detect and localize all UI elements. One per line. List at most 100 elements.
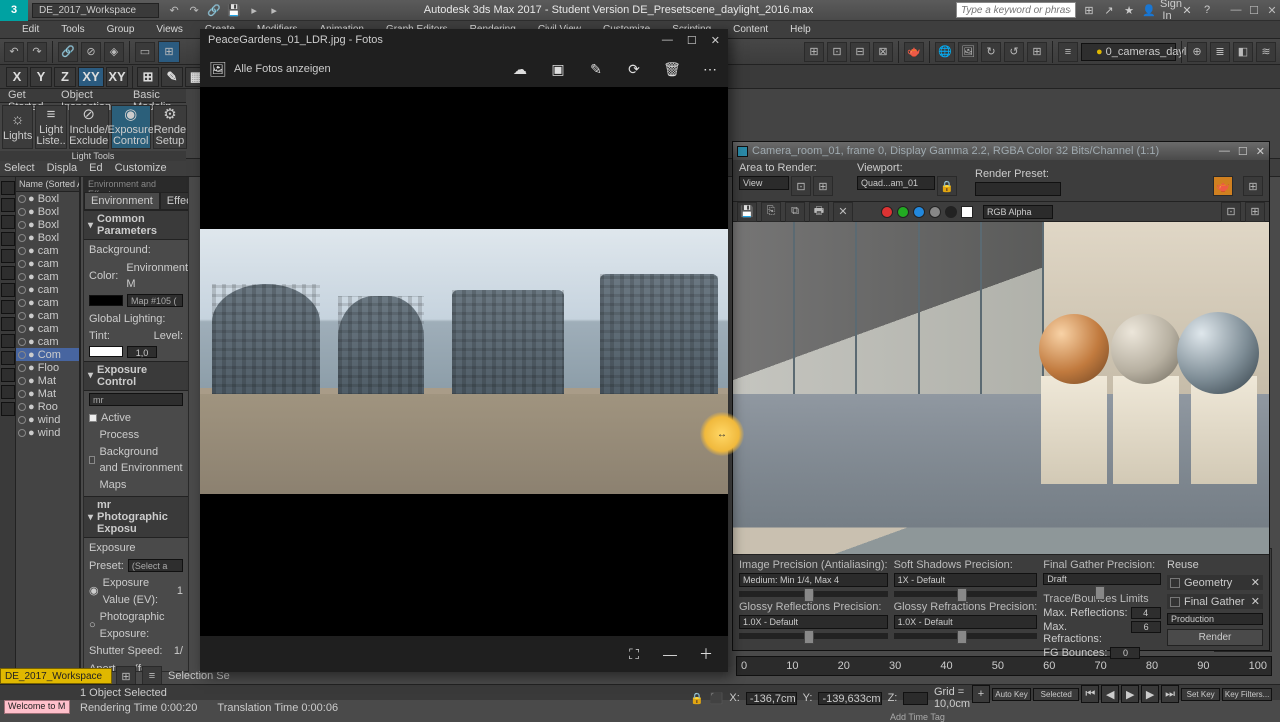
setkey-button[interactable]: Set Key (1181, 688, 1220, 701)
zoom-in-icon[interactable]: ＋ (698, 646, 714, 662)
explorer-item[interactable]: ● wind (16, 413, 79, 426)
workspace-button[interactable]: DE_2017_Workspace (0, 668, 112, 684)
delete-icon[interactable]: 🗑 (664, 61, 680, 77)
bg-color-swatch[interactable] (89, 295, 123, 306)
explorer-item[interactable]: ● Roo (16, 400, 79, 413)
ribbon-tab-3[interactable]: Basic Modelin (125, 89, 186, 102)
pv-close-icon[interactable]: ✕ (711, 34, 720, 47)
menu-tools[interactable]: Tools (51, 23, 94, 36)
preset-combo[interactable]: (Select a preset) (128, 559, 183, 572)
tool-img-icon[interactable]: 🖼 (958, 42, 978, 62)
chan-b[interactable] (913, 206, 925, 218)
fg-lock[interactable] (1170, 597, 1180, 607)
render-button[interactable]: Render (1167, 629, 1263, 646)
ribbon-tool-0[interactable]: ☼Lights (2, 105, 33, 149)
glossyr-slider[interactable] (894, 633, 1038, 639)
maximize-icon[interactable]: ☐ (1246, 4, 1262, 17)
tool-select[interactable]: ↶ (4, 42, 24, 62)
ribbon-tool-2[interactable]: ⊘Include/ Exclude (69, 105, 109, 149)
explorer-item[interactable]: ● Floo (16, 361, 79, 374)
rollout-common[interactable]: ▾ Common Parameters (84, 210, 188, 240)
tint-swatch[interactable] (89, 346, 123, 357)
close-x-icon[interactable]: ✕ (1180, 4, 1194, 17)
ribbon-tab-2[interactable]: Object Inspection (53, 89, 125, 102)
slideshow-icon[interactable]: ▣ (550, 61, 566, 77)
tab-ed[interactable]: Ed (89, 162, 102, 174)
rollout-tab-fx[interactable]: Effects (160, 192, 189, 210)
ev-value[interactable]: 1 (177, 583, 183, 600)
axis-xy[interactable]: XY (78, 67, 104, 87)
close-icon[interactable]: ✕ (1264, 4, 1280, 17)
layer-combo[interactable]: ●0_cameras_daylight (1081, 43, 1176, 61)
ribbon-tool-4[interactable]: ⚙Rende Setup (153, 105, 187, 149)
add-time-tag[interactable]: Add Time Tag (890, 712, 945, 722)
show-all-photos[interactable]: Alle Fotos anzeigen (234, 63, 331, 75)
pv-minimize-icon[interactable]: — (662, 34, 673, 47)
chan-w[interactable] (961, 206, 973, 218)
tool-bind[interactable]: ◈ (104, 42, 124, 62)
timeline-ruler[interactable]: 0102030405060708090100 (736, 656, 1272, 676)
tool-render[interactable]: 🫖 (904, 42, 924, 62)
keyfilters-button[interactable]: Key Filters... (1222, 688, 1272, 701)
lock-icon[interactable]: 🔒 (937, 176, 957, 196)
mt-11[interactable] (1, 351, 15, 365)
explorer-item[interactable]: ● cam (16, 283, 79, 296)
tool-a[interactable]: ⊞ (804, 42, 824, 62)
menu-views[interactable]: Views (146, 23, 193, 36)
mt-6[interactable] (1, 266, 15, 280)
play-icon[interactable]: ▶ (1121, 685, 1139, 703)
menu-group[interactable]: Group (97, 23, 145, 36)
sel-b1[interactable]: ⊞ (116, 666, 136, 686)
mt-10[interactable] (1, 334, 15, 348)
fit-icon[interactable]: ⛶ (626, 646, 642, 662)
maxscript-cmdline[interactable]: Welcome to M (4, 700, 70, 714)
explorer-item[interactable]: ● cam (16, 335, 79, 348)
area-b1[interactable]: ⊡ (791, 176, 811, 196)
tool-n3[interactable]: ⊞ (1027, 42, 1047, 62)
chan-r[interactable] (881, 206, 893, 218)
explorer-item[interactable]: ● cam (16, 244, 79, 257)
maxrefr-spin[interactable]: 6 (1131, 621, 1161, 633)
viewport-combo[interactable]: Quad...am_01 (857, 176, 935, 190)
soft-slider[interactable] (894, 591, 1038, 597)
chan-g[interactable] (897, 206, 909, 218)
arrow-icon[interactable]: ↗ (1102, 4, 1116, 17)
rwtb-copy[interactable]: ⎘ (761, 202, 781, 222)
explorer-item[interactable]: ● cam (16, 257, 79, 270)
production-combo[interactable]: Production (1167, 613, 1263, 625)
rwtb-del[interactable]: ✕ (833, 202, 853, 222)
mt-14[interactable] (1, 402, 15, 416)
snap-1[interactable]: ⊞ (137, 67, 159, 87)
minimize-icon[interactable]: — (1228, 4, 1244, 17)
maxrefl-spin[interactable]: 4 (1131, 607, 1161, 619)
preset-combo[interactable] (975, 182, 1061, 196)
pv-maximize-icon[interactable]: ☐ (687, 34, 697, 47)
menu-edit[interactable]: Edit (12, 23, 49, 36)
mt-1[interactable] (1, 181, 15, 195)
tool-d[interactable]: ⊠ (873, 42, 893, 62)
rw-min-icon[interactable]: — (1219, 145, 1230, 158)
more-icon[interactable]: ⋯ (702, 61, 718, 77)
chan-m[interactable] (945, 206, 957, 218)
explorer-item[interactable]: ● cam (16, 296, 79, 309)
y-field[interactable]: -139,633cm (818, 692, 881, 705)
tab-select[interactable]: Select (4, 162, 35, 174)
explorer-item[interactable]: ● Boxl (16, 192, 79, 205)
process-checkbox[interactable] (89, 456, 95, 464)
explorer-item[interactable]: ● Mat (16, 387, 79, 400)
render-teapot-icon[interactable]: 🫖 (1213, 176, 1233, 196)
gallery-icon[interactable]: 🖼 (210, 61, 226, 77)
misc-icon[interactable]: ▸ (247, 3, 261, 17)
rotate-icon[interactable]: ⟳ (626, 61, 642, 77)
rw-x1[interactable]: ⊞ (1243, 176, 1263, 196)
rw-close-icon[interactable]: ✕ (1256, 145, 1265, 158)
fgb-spin[interactable]: 0 (1110, 647, 1140, 659)
area-combo[interactable]: View (739, 176, 789, 190)
rollout-exposure[interactable]: ▾ Exposure Control (84, 361, 188, 391)
prev-frame-icon[interactable]: ◀ (1101, 685, 1119, 703)
tool-e1[interactable]: ⊕ (1187, 42, 1207, 62)
save-icon[interactable]: 💾 (227, 3, 241, 17)
ribbon-tool-1[interactable]: ≡Light Liste.. (35, 105, 66, 149)
rwtb-save[interactable]: 💾 (737, 202, 757, 222)
explorer-item[interactable]: ● Mat (16, 374, 79, 387)
